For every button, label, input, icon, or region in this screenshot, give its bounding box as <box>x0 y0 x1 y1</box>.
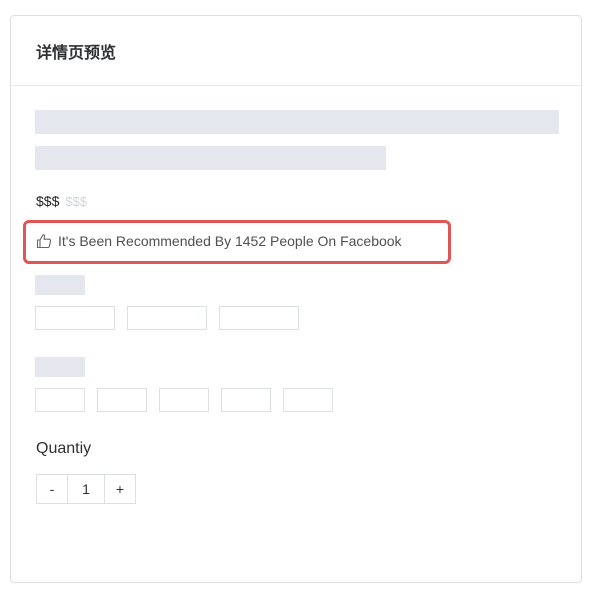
option-2-1[interactable] <box>35 388 85 412</box>
quantity-value[interactable]: 1 <box>67 475 105 503</box>
quantity-stepper: - 1 + <box>36 474 136 504</box>
option-1-3[interactable] <box>219 306 299 330</box>
option-2-2[interactable] <box>97 388 147 412</box>
card-header: 详情页预览 <box>11 16 581 86</box>
price-main: $$$ <box>36 193 60 209</box>
title-skeleton-line-1 <box>35 110 559 134</box>
option-2-3[interactable] <box>159 388 209 412</box>
option-group-1-label-skeleton <box>35 275 85 295</box>
recommendation-text: It's Been Recommended By 1452 People On … <box>58 233 402 249</box>
recommendation-row: It's Been Recommended By 1452 People On … <box>36 233 402 249</box>
option-group-2-label-skeleton <box>35 357 85 377</box>
preview-card: 详情页预览 $$$ $$$ It's Been Recommended By 1… <box>10 15 582 583</box>
option-1-1[interactable] <box>35 306 115 330</box>
thumbs-up-icon <box>36 233 52 249</box>
decrement-button[interactable]: - <box>37 475 67 503</box>
price-row: $$$ $$$ <box>36 193 87 209</box>
option-2-5[interactable] <box>283 388 333 412</box>
option-1-2[interactable] <box>127 306 207 330</box>
card-title: 详情页预览 <box>36 42 117 62</box>
quantity-label: Quantiy <box>36 440 92 457</box>
title-skeleton-line-2 <box>35 146 386 170</box>
price-compare: $$$ <box>65 194 88 209</box>
increment-button[interactable]: + <box>105 475 135 503</box>
option-2-4[interactable] <box>221 388 271 412</box>
